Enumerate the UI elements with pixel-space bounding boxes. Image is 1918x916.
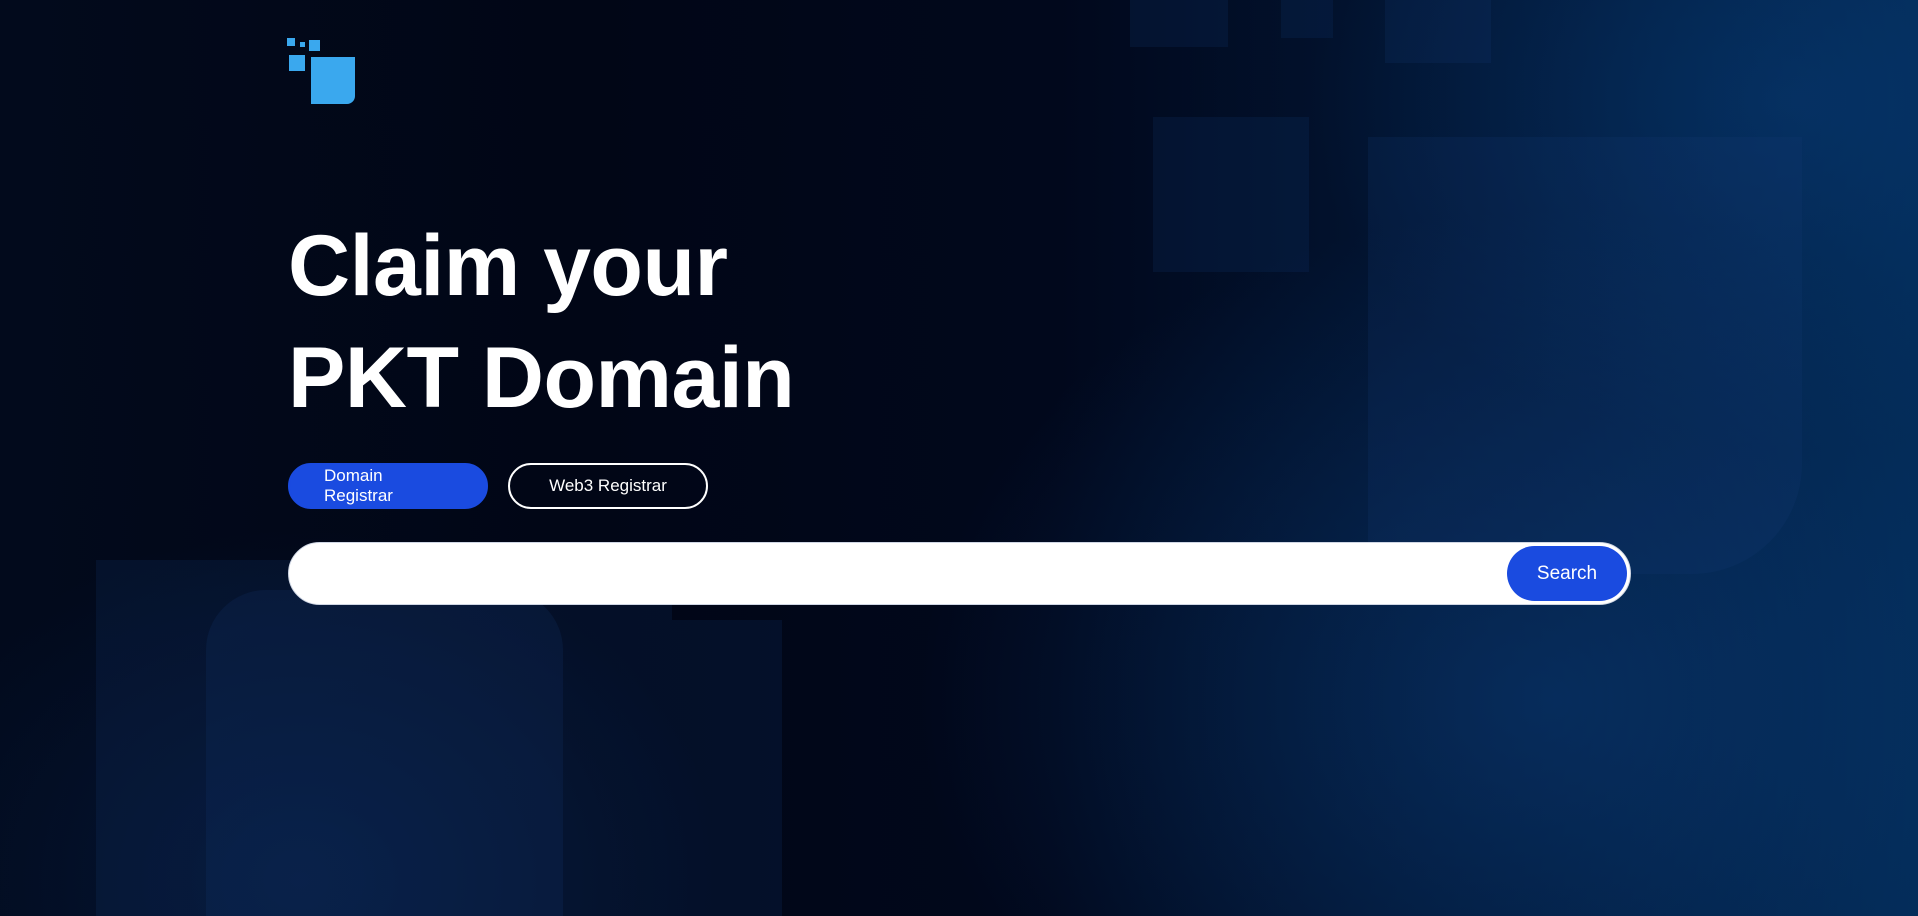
search-button[interactable]: Search xyxy=(1507,546,1627,601)
background-shape xyxy=(1385,0,1491,63)
background-shape xyxy=(1130,0,1228,47)
tab-domain-registrar[interactable]: Domain Registrar xyxy=(288,463,488,509)
tab-web3-registrar[interactable]: Web3 Registrar xyxy=(508,463,708,509)
logo-icon[interactable] xyxy=(287,38,357,104)
title-line-1: Claim your xyxy=(288,218,728,314)
registrar-tabs: Domain Registrar Web3 Registrar xyxy=(288,463,1633,509)
hero-section: Claim your PKT Domain Domain Registrar W… xyxy=(288,210,1633,606)
background-shape xyxy=(1281,0,1333,38)
page-title: Claim your PKT Domain xyxy=(288,210,1633,434)
background-shape xyxy=(206,590,563,916)
search-input[interactable] xyxy=(313,543,1497,606)
title-line-2: PKT Domain xyxy=(288,330,795,426)
background-shape xyxy=(672,620,782,916)
search-bar: Search xyxy=(288,542,1631,606)
